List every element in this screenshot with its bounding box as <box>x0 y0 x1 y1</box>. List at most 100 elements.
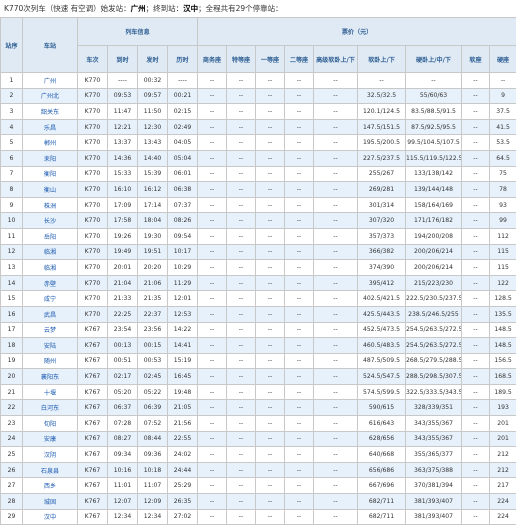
station-cell[interactable]: 襄阳东 <box>23 369 78 385</box>
hard-seat-cell: 201 <box>490 431 516 447</box>
station-cell[interactable]: 汉阴 <box>23 447 78 463</box>
hard-sleeper-cell: 343/355/367 <box>406 416 462 432</box>
train-no-cell: K767 <box>78 384 108 400</box>
soft-sleeper-deluxe-cell: -- <box>314 88 358 104</box>
special-cell: -- <box>227 260 256 276</box>
station-cell[interactable]: 衡阳 <box>23 166 78 182</box>
station-cell[interactable]: 衡山 <box>23 182 78 198</box>
station-cell[interactable]: 长沙 <box>23 213 78 229</box>
table-row: 27西乡K76711:0111:0725:29----------667/696… <box>1 478 516 494</box>
station-cell[interactable]: 城固 <box>23 494 78 510</box>
soft-sleeper-deluxe-cell: -- <box>314 384 358 400</box>
station-cell[interactable]: 白河东 <box>23 400 78 416</box>
station-cell[interactable]: 株洲 <box>23 197 78 213</box>
second-class-cell: -- <box>285 509 314 525</box>
second-class-cell: -- <box>285 88 314 104</box>
train-no-cell: K770 <box>78 197 108 213</box>
soft-seat-cell: -- <box>462 494 490 510</box>
hard-seat-cell: 212 <box>490 447 516 463</box>
station-cell[interactable]: 武昌 <box>23 306 78 322</box>
station-cell[interactable]: 咸宁 <box>23 291 78 307</box>
depart-cell: 15:39 <box>138 166 168 182</box>
table-row: 12临湘K77019:4919:5110:17----------366/382… <box>1 244 516 260</box>
duration-cell: 00:21 <box>168 88 198 104</box>
table-row: 23旬阳K76707:2807:5221:56----------616/643… <box>1 416 516 432</box>
business-cell: -- <box>198 478 227 494</box>
station-cell[interactable]: 耒阳 <box>23 150 78 166</box>
business-cell: -- <box>198 88 227 104</box>
depart-cell: 00:15 <box>138 338 168 354</box>
station-cell[interactable]: 临湘 <box>23 244 78 260</box>
soft-sleeper-deluxe-cell: -- <box>314 197 358 213</box>
duration-cell: 08:26 <box>168 213 198 229</box>
duration-cell: 10:17 <box>168 244 198 260</box>
soft-seat-cell: -- <box>462 400 490 416</box>
soft-seat-cell: -- <box>462 244 490 260</box>
hard-sleeper-cell: 87.5/92.5/95.5 <box>406 119 462 135</box>
station-cell[interactable]: 西乡 <box>23 478 78 494</box>
soft-sleeper-deluxe-cell: -- <box>314 400 358 416</box>
hard-sleeper-cell: 343/355/367 <box>406 431 462 447</box>
depart-cell: 12:34 <box>138 509 168 525</box>
hard-seat-cell: 93 <box>490 197 516 213</box>
soft-seat-cell: -- <box>462 275 490 291</box>
special-cell: -- <box>227 135 256 151</box>
special-cell: -- <box>227 447 256 463</box>
hard-sleeper-cell: 254.5/263.5/272.5 <box>406 338 462 354</box>
duration-cell: 02:49 <box>168 119 198 135</box>
origin-station: 广州 <box>131 4 146 13</box>
station-cell[interactable]: 临湘 <box>23 260 78 276</box>
title-middle: 有空调）始发站： <box>68 4 130 13</box>
business-cell: -- <box>198 197 227 213</box>
station-cell[interactable]: 旬阳 <box>23 416 78 432</box>
station-cell[interactable]: 乐昌 <box>23 119 78 135</box>
hard-seat-cell: 212 <box>490 462 516 478</box>
station-cell[interactable]: 十堰 <box>23 384 78 400</box>
second-class-cell: -- <box>285 416 314 432</box>
soft-seat-cell: -- <box>462 462 490 478</box>
duration-cell: 14:22 <box>168 322 198 338</box>
table-row: 18安陆K76700:1300:1514:41----------460.5/4… <box>1 338 516 354</box>
station-cell[interactable]: 随州 <box>23 353 78 369</box>
business-cell: -- <box>198 275 227 291</box>
special-cell: -- <box>227 338 256 354</box>
special-cell: -- <box>227 182 256 198</box>
station-cell[interactable]: 安康 <box>23 431 78 447</box>
soft-seat-cell: -- <box>462 369 490 385</box>
special-cell: -- <box>227 431 256 447</box>
business-cell: -- <box>198 353 227 369</box>
station-cell[interactable]: 石泉县 <box>23 462 78 478</box>
first-class-cell: -- <box>256 478 285 494</box>
seq-cell: 21 <box>1 384 23 400</box>
soft-sleeper-cell: 269/281 <box>358 182 406 198</box>
special-cell: -- <box>227 416 256 432</box>
soft-sleeper-deluxe-cell: -- <box>314 478 358 494</box>
hard-seat-cell: 224 <box>490 494 516 510</box>
seq-cell: 26 <box>1 462 23 478</box>
header-special: 特等座 <box>227 46 256 73</box>
second-class-cell: -- <box>285 213 314 229</box>
soft-sleeper-deluxe-cell: -- <box>314 416 358 432</box>
seq-cell: 9 <box>1 197 23 213</box>
special-cell: -- <box>227 213 256 229</box>
station-cell[interactable]: 广州北 <box>23 88 78 104</box>
business-cell: -- <box>198 291 227 307</box>
station-cell[interactable]: 赤壁 <box>23 275 78 291</box>
station-cell[interactable]: 安陆 <box>23 338 78 354</box>
arrive-cell: 22:25 <box>108 306 138 322</box>
station-cell[interactable]: 岳阳 <box>23 228 78 244</box>
header-seq: 站序 <box>1 18 23 73</box>
station-cell[interactable]: 云梦 <box>23 322 78 338</box>
arrive-cell: 17:58 <box>108 213 138 229</box>
station-cell[interactable]: 汉中 <box>23 509 78 525</box>
station-cell[interactable]: 韶关东 <box>23 104 78 120</box>
soft-sleeper-deluxe-cell: -- <box>314 73 358 89</box>
station-cell[interactable]: 郴州 <box>23 135 78 151</box>
soft-sleeper-cell: 357/373 <box>358 228 406 244</box>
hard-sleeper-cell: 115.5/119.5/122.5 <box>406 150 462 166</box>
hard-sleeper-cell: 363/375/388 <box>406 462 462 478</box>
station-cell[interactable]: 广州 <box>23 73 78 89</box>
seq-cell: 20 <box>1 369 23 385</box>
arrive-cell: 00:51 <box>108 353 138 369</box>
soft-sleeper-cell: 374/390 <box>358 260 406 276</box>
